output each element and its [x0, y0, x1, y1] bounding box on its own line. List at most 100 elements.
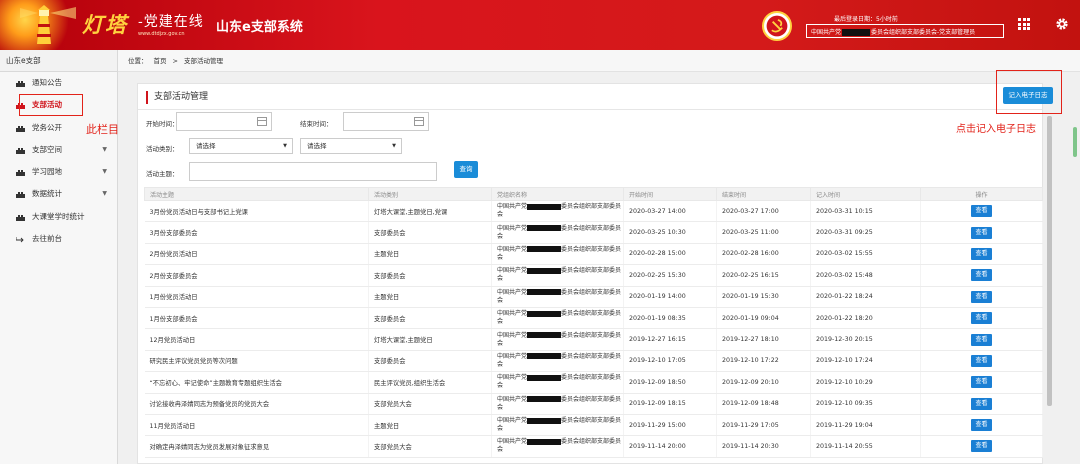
- cell-topic: 2月份党员活动日: [144, 243, 369, 266]
- search-button[interactable]: 查询: [454, 161, 478, 178]
- category-select-primary[interactable]: 请选择 ▼: [189, 138, 293, 154]
- view-button[interactable]: 查看: [971, 312, 992, 325]
- select-value: 请选择: [307, 142, 327, 150]
- column-header[interactable]: 开始时间: [623, 187, 717, 201]
- sidebar-item-statistics[interactable]: 数据统计 ▼: [0, 183, 117, 205]
- cell-end: 2019-11-14 20:30: [716, 435, 811, 458]
- apps-grid-icon[interactable]: [1018, 18, 1030, 30]
- view-button[interactable]: 查看: [971, 290, 992, 303]
- cell-org: 中国共产党 委员会组织部支部委员会: [491, 307, 624, 330]
- cell-topic: 1月份党员活动日: [144, 286, 369, 308]
- view-button[interactable]: 查看: [971, 376, 992, 389]
- view-button[interactable]: 查看: [971, 205, 992, 218]
- sidebar-item-label: 支部空间: [32, 144, 62, 154]
- table-row: “不忘初心、牢记使命”主题教育专题组织生活会 民主评议党员,组织生活会 中国共产…: [144, 371, 1043, 394]
- gear-icon[interactable]: [1055, 17, 1069, 31]
- cell-start: 2020-02-25 15:30: [623, 264, 717, 287]
- cell-recorded: 2020-03-31 09:25: [810, 221, 921, 244]
- sidebar-title: 山东e支部: [0, 50, 117, 72]
- table-row: 研究民主评议党员党员等次问题 支部委员会 中国共产党 委员会组织部支部委员会 20…: [144, 350, 1043, 373]
- cell-category: 支部委员会: [368, 307, 492, 330]
- view-button[interactable]: 查看: [971, 419, 992, 432]
- scrollbar-thumb[interactable]: [1047, 116, 1052, 406]
- activity-table: 活动主题 活动类别 党组织名称 开始时间 结束时间 记入时间 操作 3月份党员活…: [144, 187, 1043, 458]
- cell-org: 中国共产党 委员会组织部支部委员会: [491, 328, 624, 351]
- view-button[interactable]: 查看: [971, 397, 992, 410]
- sidebar-item-study-garden[interactable]: 学习园地 ▼: [0, 161, 117, 183]
- building-icon: [16, 214, 25, 221]
- sidebar-item-class-hours[interactable]: 大课堂学时统计: [0, 206, 117, 228]
- view-button[interactable]: 查看: [971, 354, 992, 367]
- last-login-info: 最后登录日期：5小时前: [834, 16, 898, 23]
- cell-topic: 讨论接收冉泽婧同志为预备党员的党员大会: [144, 393, 369, 415]
- view-button[interactable]: 查看: [971, 440, 992, 453]
- column-header[interactable]: 活动主题: [144, 187, 369, 201]
- cell-end: 2019-12-10 17:22: [716, 350, 811, 373]
- user-account-box[interactable]: 中国共产党 委员会组织部支部委员会-党支部管理员: [806, 24, 1004, 38]
- cell-topic: 11月党员活动日: [144, 414, 369, 437]
- cell-topic: 对确定冉泽婧同志为党员发展对象征求意见: [144, 435, 369, 458]
- table-row: 1月份支部委员会 支部委员会 中国共产党 委员会组织部支部委员会 2020-01-…: [144, 307, 1043, 330]
- cell-start: 2020-03-25 10:30: [623, 221, 717, 244]
- cell-recorded: 2020-01-22 18:20: [810, 307, 921, 330]
- cell-action: 查看: [920, 307, 1043, 330]
- chevron-down-icon: ▼: [283, 143, 287, 149]
- cell-end: 2019-12-27 18:10: [716, 328, 811, 351]
- cell-category: 支部委员会: [368, 350, 492, 373]
- system-title: 山东e支部系统: [216, 20, 303, 35]
- column-header[interactable]: 结束时间: [716, 187, 811, 201]
- logo-subtitle: -党建在线: [138, 14, 204, 30]
- column-header[interactable]: 记入时间: [810, 187, 921, 201]
- end-time-label: 结束时间：: [300, 120, 333, 128]
- cell-start: 2020-01-19 08:35: [623, 307, 717, 330]
- cell-action: 查看: [920, 435, 1043, 458]
- view-button[interactable]: 查看: [971, 269, 992, 282]
- cell-category: 民主评议党员,组织生活会: [368, 371, 492, 394]
- org-prefix: 中国共产党: [497, 245, 528, 253]
- building-icon: [16, 192, 25, 199]
- topic-input[interactable]: [189, 162, 437, 181]
- cell-action: 查看: [920, 200, 1043, 223]
- view-button[interactable]: 查看: [971, 333, 992, 346]
- cell-category: 支部党员大会: [368, 435, 492, 458]
- party-emblem-icon: [762, 11, 792, 41]
- building-icon: [16, 147, 25, 154]
- org-prefix: 中国共产党: [497, 417, 528, 425]
- cell-start: 2020-01-19 14:00: [623, 286, 717, 308]
- org-prefix: 中国共产党: [497, 352, 528, 360]
- redaction-mark: [527, 203, 562, 210]
- user-org-prefix: 中国共产党: [811, 29, 842, 36]
- chevron-down-icon: ▼: [102, 168, 107, 176]
- sidebar-item-notice[interactable]: 通知公告: [0, 72, 117, 94]
- cell-recorded: 2019-11-29 19:04: [810, 414, 921, 437]
- chevron-down-icon: ▼: [102, 145, 107, 153]
- cell-end: 2020-03-27 17:00: [716, 200, 811, 223]
- user-org-suffix: 委员会组织部支部委员会-党支部管理员: [871, 29, 976, 36]
- org-prefix: 中国共产党: [497, 438, 528, 446]
- chevron-down-icon: ▼: [102, 190, 107, 198]
- calendar-icon[interactable]: [257, 117, 267, 126]
- calendar-icon[interactable]: [414, 117, 424, 126]
- divider: [138, 109, 1042, 110]
- redaction-mark: [527, 310, 562, 317]
- cell-end: 2019-12-09 20:10: [716, 371, 811, 394]
- column-header[interactable]: 党组织名称: [491, 187, 624, 201]
- table-row: 3月份党员活动日与支部书记上党课 灯塔大课堂,主题党日,党课 中国共产党 委员会组…: [144, 200, 1043, 223]
- cell-recorded: 2020-03-02 15:48: [810, 264, 921, 287]
- org-prefix: 中国共产党: [497, 267, 528, 275]
- cell-end: 2019-12-09 18:48: [716, 393, 811, 415]
- category-select-secondary[interactable]: 请选择 ▼: [300, 138, 402, 154]
- column-header[interactable]: 活动类别: [368, 187, 492, 201]
- sidebar-item-branch-space[interactable]: 支部空间 ▼: [0, 139, 117, 161]
- breadcrumb-home[interactable]: 首页: [154, 57, 167, 65]
- start-time-input[interactable]: [176, 112, 272, 131]
- building-icon: [16, 125, 25, 132]
- side-edge-tab[interactable]: [1073, 127, 1077, 157]
- select-value: 请选择: [196, 142, 216, 150]
- cell-end: 2020-01-19 09:04: [716, 307, 811, 330]
- end-time-input[interactable]: [343, 112, 429, 131]
- view-button[interactable]: 查看: [971, 226, 992, 239]
- view-button[interactable]: 查看: [971, 247, 992, 260]
- cell-category: 支部委员会: [368, 221, 492, 244]
- sidebar-item-go-frontend[interactable]: 去往前台: [0, 228, 117, 250]
